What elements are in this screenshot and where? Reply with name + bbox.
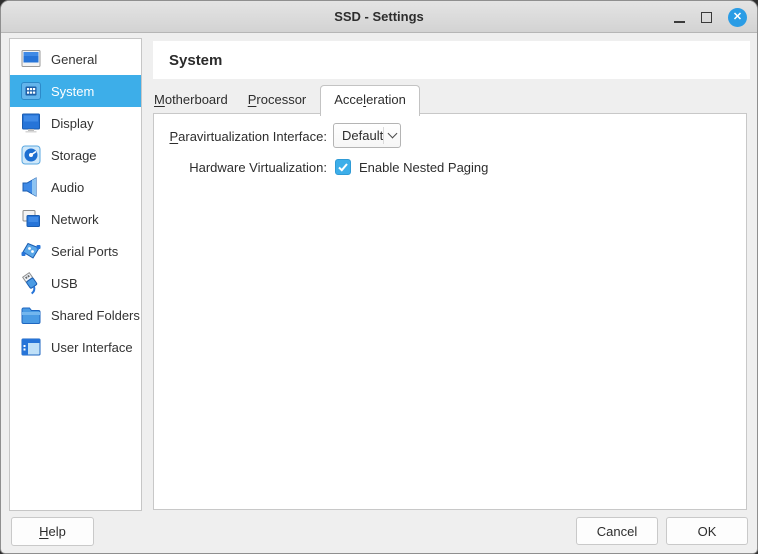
speaker-icon bbox=[19, 175, 43, 199]
paravirtualization-label: Paravirtualization Interface: bbox=[154, 129, 327, 144]
window-controls: ✕ bbox=[674, 1, 747, 33]
close-icon[interactable]: ✕ bbox=[728, 8, 747, 27]
sidebar-item-label: Serial Ports bbox=[51, 244, 118, 259]
page-title: System bbox=[169, 52, 222, 69]
settings-category-list: General System Display bbox=[9, 38, 142, 511]
sidebar-item-system[interactable]: System bbox=[10, 75, 141, 107]
page-header: System bbox=[153, 41, 750, 79]
acceleration-panel: Paravirtualization Interface: Default Ha… bbox=[153, 113, 747, 510]
hard-disk-icon bbox=[19, 143, 43, 167]
tab-acceleration[interactable]: Acceleration bbox=[320, 85, 420, 116]
serial-port-icon bbox=[19, 239, 43, 263]
tab-motherboard[interactable]: Motherboard bbox=[153, 87, 238, 114]
maximize-icon[interactable] bbox=[701, 12, 712, 23]
paravirtualization-select[interactable]: Default bbox=[333, 123, 401, 148]
minimize-icon[interactable] bbox=[674, 21, 685, 23]
settings-window: SSD - Settings ✕ General bbox=[0, 0, 758, 554]
combo-arrow-box bbox=[383, 127, 400, 144]
window-title: SSD - Settings bbox=[334, 9, 424, 24]
sidebar-item-audio[interactable]: Audio bbox=[10, 171, 141, 203]
chip-icon bbox=[19, 79, 43, 103]
sidebar-item-label: Display bbox=[51, 116, 94, 131]
checkmark-icon bbox=[337, 161, 349, 173]
network-icon bbox=[19, 207, 43, 231]
monitor-icon bbox=[19, 47, 43, 71]
sidebar-item-user-interface[interactable]: User Interface bbox=[10, 331, 141, 363]
usb-icon bbox=[19, 271, 43, 295]
window-icon bbox=[19, 335, 43, 359]
sidebar-item-storage[interactable]: Storage bbox=[10, 139, 141, 171]
sidebar-item-label: USB bbox=[51, 276, 78, 291]
paravirtualization-value: Default bbox=[334, 128, 383, 143]
titlebar: SSD - Settings ✕ bbox=[1, 1, 757, 33]
cancel-button[interactable]: Cancel bbox=[576, 517, 658, 545]
sidebar-item-label: Network bbox=[51, 212, 99, 227]
sidebar-item-label: User Interface bbox=[51, 340, 133, 355]
sidebar-item-shared-folders[interactable]: Shared Folders bbox=[10, 299, 141, 331]
hardware-virtualization-label: Hardware Virtualization: bbox=[154, 160, 327, 175]
sidebar-item-label: Shared Folders bbox=[51, 308, 140, 323]
help-button[interactable]: Help bbox=[11, 517, 94, 546]
display-icon bbox=[19, 111, 43, 135]
chevron-down-icon bbox=[387, 129, 397, 139]
nested-paging-checkbox[interactable] bbox=[335, 159, 351, 175]
sidebar-item-label: Storage bbox=[51, 148, 97, 163]
nested-paging-label: Enable Nested Paging bbox=[359, 160, 488, 175]
sidebar-item-label: Audio bbox=[51, 180, 84, 195]
sidebar-item-serial-ports[interactable]: Serial Ports bbox=[10, 235, 141, 267]
sidebar-item-label: System bbox=[51, 84, 94, 99]
sidebar-item-display[interactable]: Display bbox=[10, 107, 141, 139]
sidebar-item-label: General bbox=[51, 52, 97, 67]
folder-icon bbox=[19, 303, 43, 327]
ok-button[interactable]: OK bbox=[666, 517, 748, 545]
tab-processor[interactable]: Processor bbox=[238, 87, 317, 114]
system-tabs: Motherboard Processor Acceleration bbox=[153, 87, 420, 114]
sidebar-item-general[interactable]: General bbox=[10, 43, 141, 75]
sidebar-item-usb[interactable]: USB bbox=[10, 267, 141, 299]
sidebar-item-network[interactable]: Network bbox=[10, 203, 141, 235]
